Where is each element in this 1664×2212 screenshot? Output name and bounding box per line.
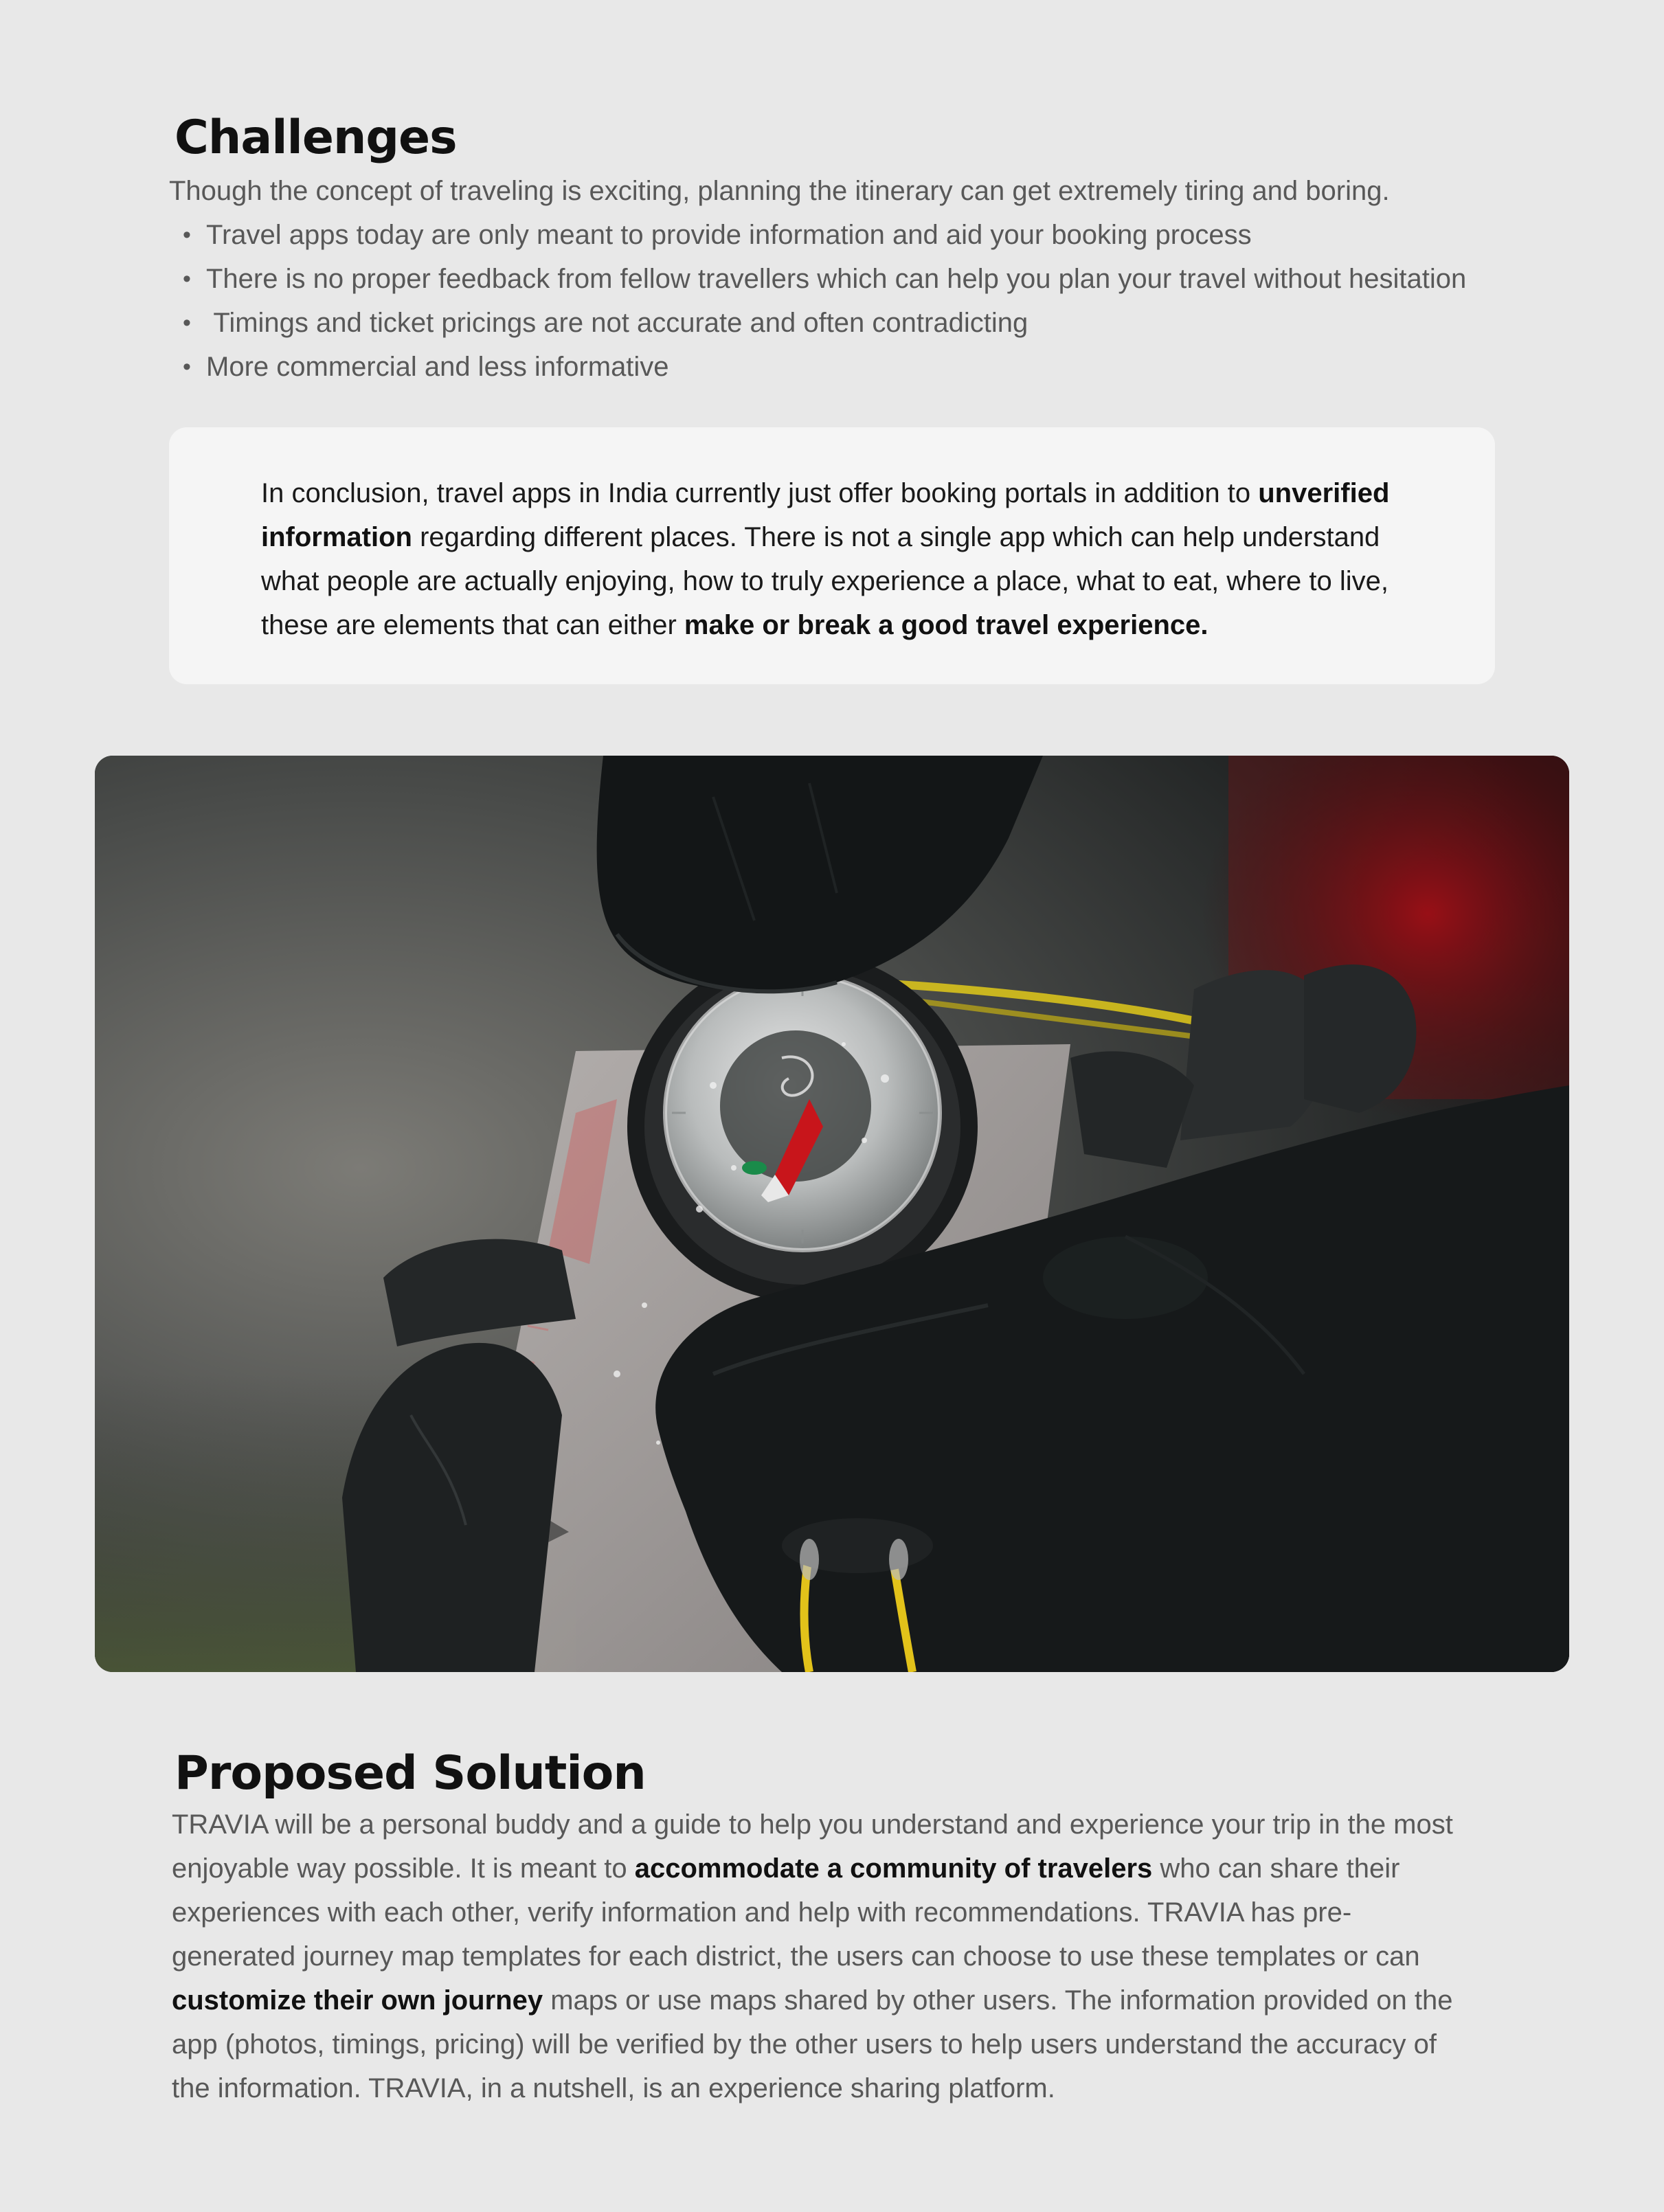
bullet-icon: • [183,354,191,380]
challenges-heading: Challenges [175,111,458,165]
list-item: • More commercial and less informative [169,345,1466,389]
challenges-list: • Travel apps today are only meant to pr… [169,213,1466,389]
list-item: • There is no proper feedback from fello… [169,257,1466,301]
solution-emphasis: customize their own journey [172,1985,543,2016]
list-item-text: There is no proper feedback from fellow … [206,264,1467,294]
list-item: • Travel apps today are only meant to pr… [169,213,1466,257]
bullet-icon: • [183,266,191,292]
solution-heading: Proposed Solution [175,1746,647,1801]
challenges-intro: Though the concept of traveling is excit… [169,176,1390,206]
conclusion-emphasis: make or break a good travel experience. [684,610,1208,640]
conclusion-card: In conclusion, travel apps in India curr… [169,427,1495,684]
list-item-text: More commercial and less informative [206,352,669,382]
list-item: • Timings and ticket pricings are not ac… [169,301,1466,345]
list-item-text: Travel apps today are only meant to prov… [206,220,1252,250]
bullet-icon: • [183,310,191,336]
list-item-text: Timings and ticket pricings are not accu… [206,308,1028,338]
conclusion-text: In conclusion, travel apps in India curr… [261,471,1429,647]
solution-text: TRAVIA will be a personal buddy and a gu… [172,1803,1463,2110]
compass-photo [95,756,1569,1672]
solution-emphasis: accommodate a community of travelers [634,1853,1153,1884]
bullet-icon: • [183,222,191,248]
conclusion-text-part: In conclusion, travel apps in India curr… [261,478,1259,508]
